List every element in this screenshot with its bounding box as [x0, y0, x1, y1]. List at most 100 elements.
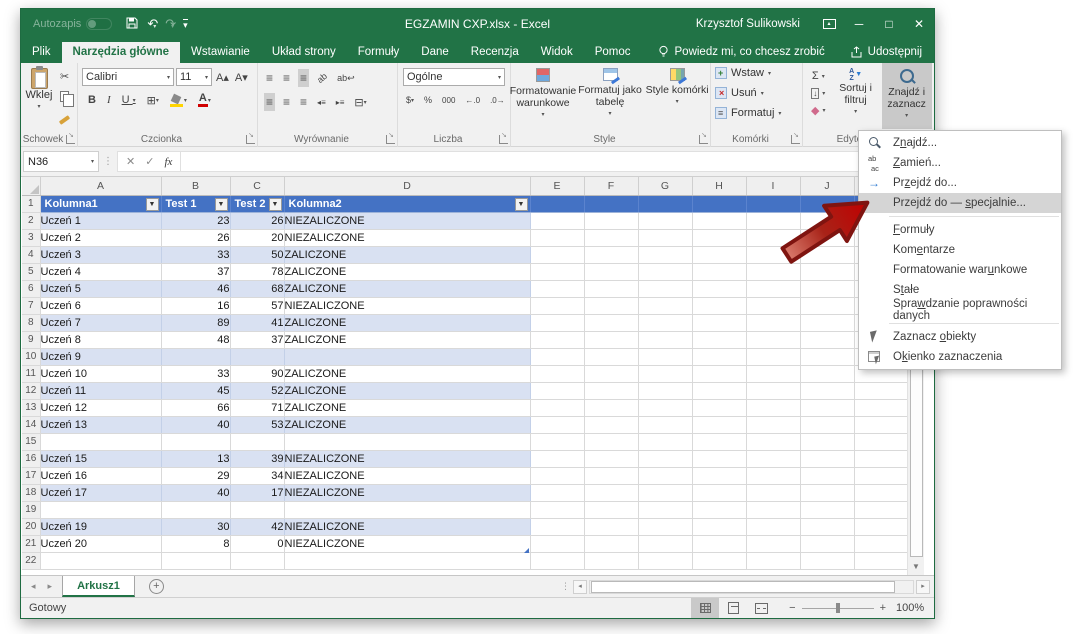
cell[interactable]: 78	[230, 263, 285, 281]
cell[interactable]: 48	[161, 331, 231, 349]
cell[interactable]	[584, 433, 639, 451]
cell[interactable]	[40, 501, 162, 519]
cell[interactable]	[230, 348, 285, 366]
cell[interactable]	[854, 450, 909, 468]
cell[interactable]	[692, 382, 747, 400]
decrease-decimal-button[interactable]: .0→	[488, 91, 507, 109]
cell[interactable]	[854, 518, 909, 536]
cell[interactable]	[284, 501, 531, 519]
cell[interactable]	[584, 280, 639, 298]
cell[interactable]: 33	[161, 246, 231, 264]
align-middle-button[interactable]: ≡	[281, 69, 292, 87]
zoom-slider[interactable]	[801, 602, 874, 613]
cell[interactable]	[746, 331, 801, 349]
cell[interactable]	[800, 314, 855, 332]
redo-button[interactable]: ↷▾	[165, 16, 176, 32]
cell[interactable]	[530, 467, 585, 485]
cell[interactable]	[854, 399, 909, 417]
cell[interactable]	[530, 229, 585, 247]
ribbon-tab[interactable]: Recenzja	[460, 42, 530, 63]
cell[interactable]: 29	[161, 467, 231, 485]
menu-item[interactable]: Komentarze	[859, 240, 1061, 260]
cell[interactable]	[692, 246, 747, 264]
clipboard-dialog-launcher[interactable]	[66, 131, 75, 144]
cell[interactable]	[800, 501, 855, 519]
cell[interactable]: Uczeń 1	[40, 212, 162, 230]
align-top-button[interactable]: ≡	[264, 69, 275, 87]
cell[interactable]	[638, 314, 693, 332]
cell[interactable]	[800, 535, 855, 553]
cell[interactable]	[800, 484, 855, 502]
cell[interactable]: Uczeń 9	[40, 348, 162, 366]
row-header[interactable]: 19	[22, 501, 41, 519]
cell[interactable]	[746, 314, 801, 332]
cell[interactable]: Uczeń 6	[40, 297, 162, 315]
zoom-level[interactable]: 100%	[896, 602, 934, 614]
cell[interactable]: Uczeń 8	[40, 331, 162, 349]
cell[interactable]	[530, 501, 585, 519]
cell[interactable]	[692, 280, 747, 298]
cell[interactable]	[638, 348, 693, 366]
cell[interactable]	[746, 246, 801, 264]
formula-input[interactable]	[181, 151, 932, 172]
cell[interactable]	[638, 229, 693, 247]
cell[interactable]: Uczeń 17	[40, 484, 162, 502]
table-resize-handle[interactable]	[524, 548, 529, 553]
formula-bar-resizer[interactable]: ⋮	[99, 156, 117, 167]
cell[interactable]	[692, 212, 747, 230]
cell[interactable]	[800, 450, 855, 468]
cell[interactable]	[746, 280, 801, 298]
autosum-button[interactable]: Σ ▾	[809, 69, 828, 83]
align-right-button[interactable]: ≡	[298, 93, 309, 111]
format-painter-button[interactable]	[57, 107, 72, 125]
cell[interactable]: Uczeń 16	[40, 467, 162, 485]
cell[interactable]: 0	[230, 535, 285, 553]
cell[interactable]	[800, 297, 855, 315]
scroll-down-icon[interactable]: ▼	[908, 559, 924, 575]
cell[interactable]	[692, 399, 747, 417]
row-header[interactable]: 12	[22, 382, 41, 400]
cell[interactable]	[800, 365, 855, 383]
cell[interactable]: 89	[161, 314, 231, 332]
cell[interactable]	[692, 195, 747, 213]
menu-item[interactable]: Formuły	[859, 220, 1061, 240]
cell[interactable]	[638, 263, 693, 281]
cell[interactable]: NIEZALICZONE	[284, 535, 531, 553]
cell[interactable]	[800, 416, 855, 434]
sort-filter-button[interactable]: AZ Sortuj i filtruj ▾	[833, 63, 879, 129]
cell[interactable]	[692, 501, 747, 519]
cell[interactable]	[638, 552, 693, 570]
redo-dropdown-icon[interactable]: ▾	[171, 24, 174, 30]
menu-item[interactable]: Przejdź do — specjalnie...	[859, 193, 1061, 213]
cell[interactable]: 57	[230, 297, 285, 315]
name-box-dropdown-icon[interactable]: ▾	[91, 158, 94, 165]
number-format-select[interactable]: Ogólne ▾	[403, 68, 505, 86]
cell[interactable]	[746, 552, 801, 570]
horizontal-scroll-thumb[interactable]	[591, 580, 895, 593]
cell[interactable]	[800, 433, 855, 451]
cell[interactable]	[638, 195, 693, 213]
cell[interactable]: 53	[230, 416, 285, 434]
styles-dialog-launcher[interactable]	[699, 131, 708, 144]
cell[interactable]: Uczeń 4	[40, 263, 162, 281]
cell[interactable]	[284, 433, 531, 451]
ribbon-tab[interactable]: Dane	[410, 42, 460, 63]
cell[interactable]	[40, 552, 162, 570]
grow-font-button[interactable]: A▴	[214, 68, 231, 86]
cell[interactable]	[638, 467, 693, 485]
column-header[interactable]: E	[530, 177, 585, 196]
orientation-button[interactable]: ab	[311, 67, 333, 90]
cell[interactable]	[746, 484, 801, 502]
cell[interactable]: 66	[161, 399, 231, 417]
cell[interactable]: Uczeń 5	[40, 280, 162, 298]
cell[interactable]: Uczeń 10	[40, 365, 162, 383]
cell[interactable]	[854, 416, 909, 434]
cell[interactable]	[530, 263, 585, 281]
ribbon-display-options-button[interactable]: ▴	[814, 9, 844, 39]
cell[interactable]: 41	[230, 314, 285, 332]
percent-style-button[interactable]: %	[422, 91, 434, 109]
cells-dialog-launcher[interactable]	[791, 131, 800, 144]
cell[interactable]	[584, 297, 639, 315]
table-header-cell[interactable]: Kolumna1 ▼	[40, 195, 162, 213]
row-header[interactable]: 4	[22, 246, 41, 264]
